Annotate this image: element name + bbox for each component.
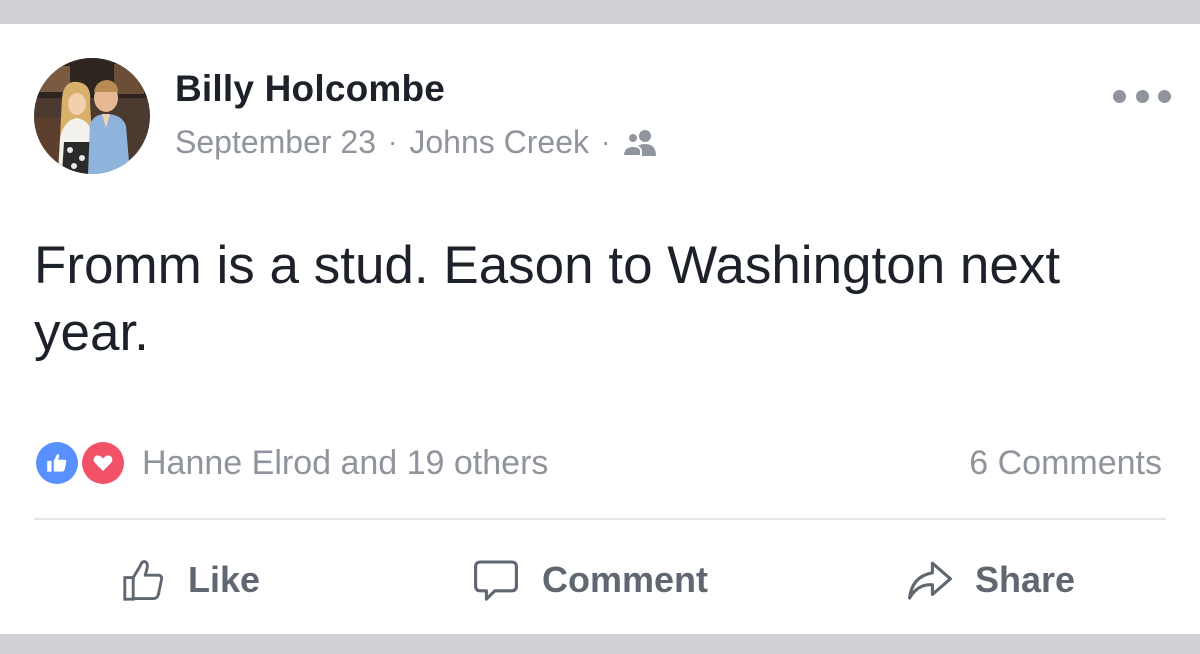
more-options-icon[interactable]	[1113, 82, 1171, 110]
comments-count[interactable]: 6 Comments	[969, 440, 1162, 486]
more-dot	[1135, 89, 1149, 103]
avatar[interactable]	[34, 58, 150, 174]
meta-separator: ·	[388, 126, 398, 157]
share-arrow-icon	[908, 561, 952, 600]
share-button[interactable]: Share	[905, 552, 1075, 608]
post-meta: September 23 · Johns Creek ·	[175, 122, 658, 162]
like-button[interactable]: Like	[120, 552, 260, 608]
friends-icon[interactable]	[622, 126, 658, 158]
meta-separator: ·	[600, 126, 611, 157]
reaction-icons	[34, 440, 128, 486]
avatar-photo	[34, 58, 150, 174]
like-label: Like	[188, 559, 261, 600]
like-reaction-icon	[34, 440, 80, 486]
post-location[interactable]: Johns Creek	[409, 124, 589, 161]
post-date[interactable]: September 23	[175, 124, 376, 161]
author-name[interactable]: Billy Holcombe	[175, 68, 445, 110]
post-text: Fromm is a stud. Eason to Washington nex…	[34, 236, 1061, 362]
top-frame-bar	[0, 0, 1200, 24]
bottom-frame-bar	[0, 634, 1200, 654]
thumbs-up-icon	[123, 560, 164, 601]
comment-button[interactable]: Comment	[470, 552, 708, 608]
divider	[34, 518, 1166, 520]
share-label: Share	[975, 559, 1076, 600]
comment-label: Comment	[542, 559, 709, 600]
comment-icon	[474, 560, 518, 601]
more-dot	[1158, 89, 1171, 103]
reactions-text: Hanne Elrod and 19 others	[142, 443, 549, 482]
love-reaction-icon	[80, 440, 126, 486]
more-dot	[1113, 89, 1126, 103]
reactions-summary[interactable]: Hanne Elrod and 19 others	[34, 440, 548, 486]
